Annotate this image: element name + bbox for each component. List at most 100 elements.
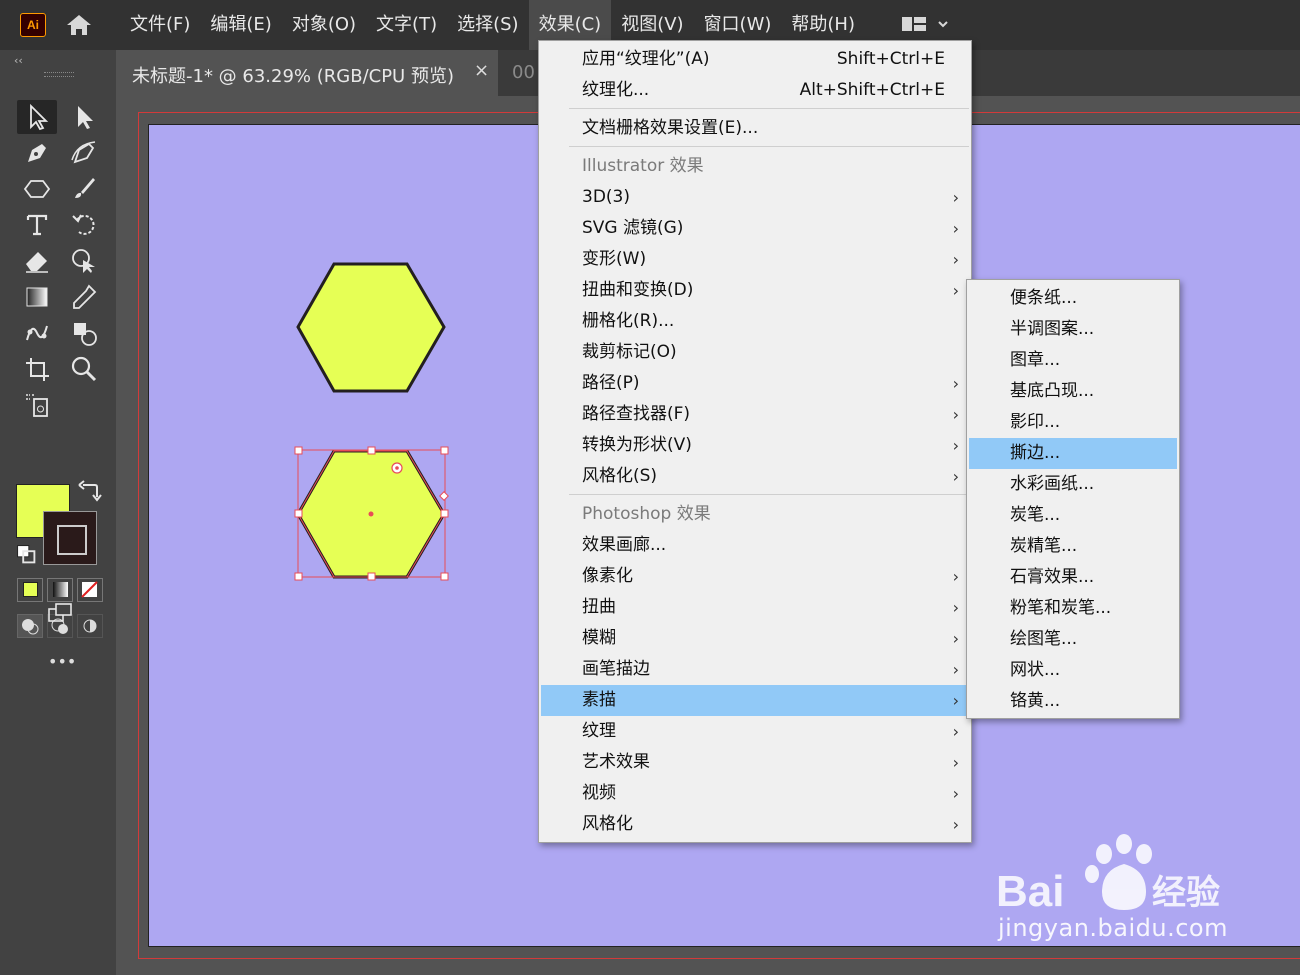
menu-item-label: 扭曲	[582, 597, 616, 617]
document-tab-2[interactable]: 00	[512, 62, 535, 83]
submenu-arrow-icon: ›	[952, 436, 959, 455]
effect-menu-item[interactable]: 素描 ›	[541, 685, 969, 716]
effect-menu-item[interactable]: 扭曲 ›	[541, 592, 969, 623]
workspace-switcher-icon[interactable]	[898, 12, 958, 38]
menu-item-label: 视频	[582, 783, 616, 803]
sketch-submenu-item[interactable]: 基底凸现...	[969, 376, 1177, 407]
effect-menu-item[interactable]: 变形(W) ›	[541, 244, 969, 275]
collapse-panel-icon[interactable]: ‹‹	[14, 54, 23, 67]
menu-separator	[569, 494, 969, 495]
effect-menu-item[interactable]: 栅格化(R)...	[541, 306, 969, 337]
submenu-arrow-icon: ›	[952, 722, 959, 741]
hexagon-shape[interactable]	[296, 262, 446, 393]
shape-builder-tool-icon[interactable]	[64, 316, 104, 350]
menu-0[interactable]: 文件(F)	[120, 0, 200, 50]
effect-menu-item[interactable]: SVG 滤镜(G) ›	[541, 213, 969, 244]
submenu-arrow-icon: ›	[952, 374, 959, 393]
rotate-tool-icon[interactable]	[64, 208, 104, 242]
effect-menu-item[interactable]: 画笔描边 ›	[541, 654, 969, 685]
submenu-arrow-icon: ›	[952, 598, 959, 617]
direct-selection-tool-icon[interactable]	[64, 100, 104, 134]
menu-item-label: 裁剪标记(O)	[582, 342, 677, 362]
sketch-submenu-item[interactable]: 撕边...	[969, 438, 1177, 469]
sketch-submenu-item[interactable]: 粉笔和炭笔...	[969, 593, 1177, 624]
effect-menu-item[interactable]: 扭曲和变换(D) ›	[541, 275, 969, 306]
sketch-submenu-item[interactable]: 炭笔...	[969, 500, 1177, 531]
selection-tool-icon[interactable]	[17, 100, 57, 134]
sketch-submenu-item[interactable]: 便条纸...	[969, 283, 1177, 314]
menu-item-label: SVG 滤镜(G)	[582, 218, 684, 238]
effect-menu-item[interactable]: 视频 ›	[541, 778, 969, 809]
sketch-submenu-item[interactable]: 水彩画纸...	[969, 469, 1177, 500]
menu-2[interactable]: 对象(O)	[282, 0, 366, 50]
gradient-tool-icon[interactable]	[17, 280, 57, 314]
draw-inside-icon[interactable]	[77, 614, 103, 638]
home-icon[interactable]	[64, 12, 94, 38]
menu-item-label: 模糊	[582, 628, 616, 648]
menu-item-label: 转换为形状(V)	[582, 435, 692, 455]
effect-menu-item[interactable]: 像素化 ›	[541, 561, 969, 592]
effect-menu-item[interactable]: 风格化(S) ›	[541, 461, 969, 492]
effect-menu-item[interactable]: 效果画廊...	[541, 530, 969, 561]
svg-text:经验: 经验	[1152, 873, 1220, 913]
menu-item-label: 纹理	[582, 721, 616, 741]
submenu-arrow-icon: ›	[952, 219, 959, 238]
sketch-submenu-item[interactable]: 半调图案...	[969, 314, 1177, 345]
more-tools-icon[interactable]: •••	[48, 652, 76, 671]
effect-menu-item[interactable]: 纹理 ›	[541, 716, 969, 747]
default-colors-icon[interactable]	[12, 540, 40, 568]
effect-menu-item[interactable]: 路径查找器(F) ›	[541, 399, 969, 430]
menu-item-label: 艺术效果	[582, 752, 650, 772]
panel-grip[interactable]	[44, 72, 74, 77]
free-transform-tool-icon[interactable]	[64, 244, 104, 278]
effect-menu-item[interactable]: 转换为形状(V) ›	[541, 430, 969, 461]
effect-menu-item[interactable]: 3D(3) ›	[541, 182, 969, 213]
submenu-arrow-icon: ›	[952, 660, 959, 679]
puppet-warp-tool-icon[interactable]	[17, 316, 57, 350]
effect-menu-item[interactable]: 纹理化... Alt+Shift+Ctrl+E	[541, 75, 969, 106]
stroke-color-swatch[interactable]	[43, 511, 97, 565]
screen-mode-icon[interactable]	[40, 596, 80, 630]
menu-item-shortcut: Alt+Shift+Ctrl+E	[799, 80, 945, 100]
sketch-submenu-item[interactable]: 铬黄...	[969, 686, 1177, 717]
paintbrush-tool-icon[interactable]	[64, 172, 104, 206]
effect-menu-header: Illustrator 效果	[541, 151, 969, 182]
center-point	[368, 511, 374, 517]
menu-1[interactable]: 编辑(E)	[200, 0, 281, 50]
edit-toolbar-icon[interactable]	[17, 388, 57, 422]
polygon-tool-icon[interactable]	[17, 172, 57, 206]
document-tab[interactable]: 未标题-1* @ 63.29% (RGB/CPU 预览) ×	[116, 50, 498, 96]
menu-item-label: 栅格化(R)...	[582, 311, 675, 331]
submenu-arrow-icon: ›	[952, 281, 959, 300]
effect-menu-item[interactable]: 文档栅格效果设置(E)...	[541, 113, 969, 144]
menu-4[interactable]: 选择(S)	[447, 0, 528, 50]
effect-menu-item[interactable]: 应用“纹理化”(A) Shift+Ctrl+E	[541, 44, 969, 75]
none-mode-button[interactable]	[77, 578, 103, 602]
swap-fill-stroke-icon[interactable]	[74, 476, 106, 508]
watermark-url: jingyan.baidu.com	[998, 914, 1228, 942]
sketch-submenu-item[interactable]: 网状...	[969, 655, 1177, 686]
effect-menu-item[interactable]: 风格化 ›	[541, 809, 969, 840]
sketch-submenu-item[interactable]: 石膏效果...	[969, 562, 1177, 593]
menu-item-label: 效果画廊...	[582, 535, 667, 555]
effect-menu-item[interactable]: 路径(P) ›	[541, 368, 969, 399]
eraser-tool-icon[interactable]	[17, 244, 57, 278]
effect-menu-item[interactable]: 模糊 ›	[541, 623, 969, 654]
menu-item-label: 路径(P)	[582, 373, 640, 393]
curvature-tool-icon[interactable]	[64, 136, 104, 170]
effect-menu-item[interactable]: 艺术效果 ›	[541, 747, 969, 778]
menu-3[interactable]: 文字(T)	[366, 0, 447, 50]
pen-tool-icon[interactable]	[17, 136, 57, 170]
effect-menu-item[interactable]: 裁剪标记(O)	[541, 337, 969, 368]
type-tool-icon[interactable]	[17, 208, 57, 242]
sketch-submenu-item[interactable]: 影印...	[969, 407, 1177, 438]
close-tab-icon[interactable]: ×	[474, 60, 489, 81]
sketch-submenu-item[interactable]: 绘图笔...	[969, 624, 1177, 655]
artboard-tool-icon[interactable]	[17, 352, 57, 386]
submenu-arrow-icon: ›	[952, 250, 959, 269]
sketch-submenu-item[interactable]: 图章...	[969, 345, 1177, 376]
sketch-submenu-item[interactable]: 炭精笔...	[969, 531, 1177, 562]
eyedropper-tool-icon[interactable]	[64, 280, 104, 314]
live-shape-widget-icon[interactable]	[439, 491, 449, 501]
zoom-tool-icon[interactable]	[64, 352, 104, 386]
